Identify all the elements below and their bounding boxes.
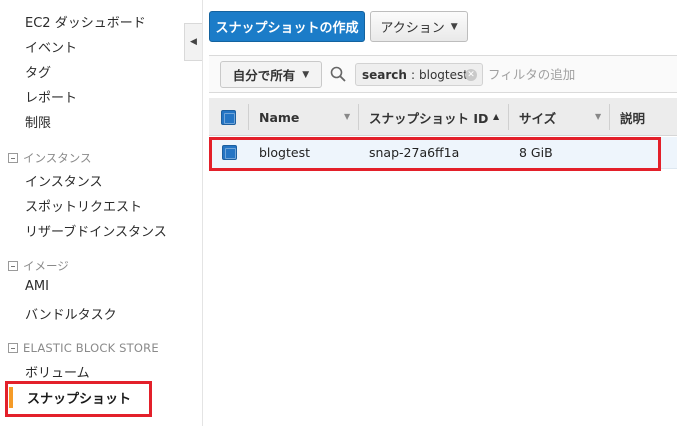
select-all-checkbox[interactable]: [221, 110, 236, 125]
filter-input[interactable]: [488, 62, 673, 86]
close-icon[interactable]: ✕: [465, 69, 477, 81]
owner-filter-label: 自分で所有: [232, 68, 296, 83]
actions-dropdown-button[interactable]: アクション ▼: [370, 11, 468, 42]
token-separator: :: [410, 67, 415, 82]
section-header-label: イメージ: [23, 259, 69, 273]
collapse-minus-icon[interactable]: [8, 153, 18, 163]
column-divider: [609, 104, 610, 130]
chevron-left-icon: ◀: [190, 37, 197, 47]
column-header-snapshot-id[interactable]: スナップショット ID: [369, 98, 488, 136]
sidebar-item-instances[interactable]: インスタンス: [25, 171, 102, 190]
column-header-name[interactable]: Name: [259, 98, 299, 136]
chevron-down-icon: ▼: [302, 69, 310, 80]
section-header-label: インスタンス: [23, 151, 92, 165]
search-icon: [330, 66, 346, 82]
actions-button-label: アクション: [380, 21, 445, 36]
sort-up-icon[interactable]: ▲: [493, 112, 499, 121]
sidebar-item-events[interactable]: イベント: [25, 37, 77, 56]
sidebar-item-bundle-tasks[interactable]: バンドルタスク: [25, 304, 117, 323]
column-divider: [358, 104, 359, 130]
section-header-ebs[interactable]: ELASTIC BLOCK STORE: [8, 341, 159, 355]
search-filter-token[interactable]: search : blogtest ✕: [355, 63, 483, 86]
sort-down-icon[interactable]: ▼: [595, 112, 601, 121]
sidebar-collapse-handle[interactable]: ◀: [184, 23, 202, 61]
section-header-instances[interactable]: インスタンス: [8, 150, 92, 166]
column-header-description[interactable]: 説明: [620, 98, 645, 136]
sidebar: EC2 ダッシュボード イベント タグ レポート 制限 インスタンス インスタン…: [0, 0, 203, 426]
column-header-size[interactable]: サイズ: [519, 98, 556, 136]
sidebar-item-reports[interactable]: レポート: [25, 87, 77, 106]
sidebar-item-spot-requests[interactable]: スポットリクエスト: [25, 196, 142, 215]
token-key: search: [362, 67, 407, 82]
sort-down-icon[interactable]: ▼: [344, 112, 350, 121]
annotation-highlight-box: [209, 137, 661, 171]
sidebar-item-tags[interactable]: タグ: [25, 62, 51, 81]
sidebar-item-reserved-instances[interactable]: リザーブドインスタンス: [25, 221, 167, 240]
chevron-down-icon: ▼: [450, 21, 458, 32]
collapse-minus-icon[interactable]: [8, 261, 18, 271]
sidebar-item-volumes[interactable]: ボリューム: [25, 362, 90, 381]
column-divider: [248, 104, 249, 130]
section-header-label: ELASTIC BLOCK STORE: [23, 341, 159, 355]
section-header-images[interactable]: イメージ: [8, 258, 69, 274]
token-value: blogtest: [419, 67, 468, 82]
sidebar-item-ami[interactable]: AMI: [25, 279, 49, 294]
sidebar-item-limits[interactable]: 制限: [25, 112, 51, 131]
annotation-highlight-box: [5, 381, 152, 417]
sidebar-item-ec2-dashboard[interactable]: EC2 ダッシュボード: [25, 12, 146, 31]
column-divider: [508, 104, 509, 130]
create-snapshot-button[interactable]: スナップショットの作成: [209, 11, 365, 42]
collapse-minus-icon[interactable]: [8, 343, 18, 353]
owner-filter-dropdown[interactable]: 自分で所有 ▼: [220, 61, 322, 88]
